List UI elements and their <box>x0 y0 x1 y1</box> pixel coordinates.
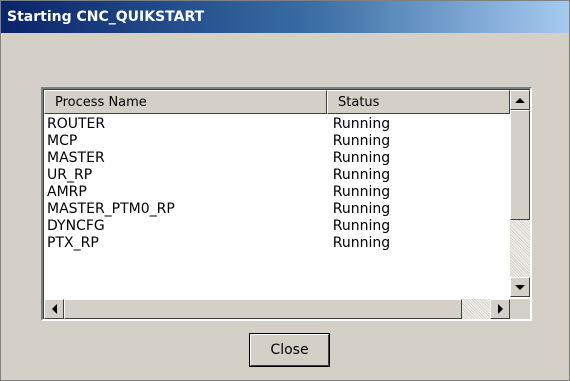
scroll-left-button[interactable] <box>44 299 64 319</box>
scrollbar-corner <box>510 299 530 319</box>
table-row[interactable]: MCP Running <box>44 133 510 150</box>
table-row[interactable]: AMRP Running <box>44 184 510 201</box>
process-list[interactable]: Process Name Status ROUTER Running MCP R… <box>41 87 532 321</box>
dialog-window: Starting CNC_QUIKSTART Process Name Stat… <box>0 0 570 381</box>
status-cell: Running <box>332 150 391 166</box>
list-rows: ROUTER Running MCP Running MASTER Runnin… <box>44 116 510 294</box>
arrow-up-icon <box>515 97 525 103</box>
table-row[interactable]: PTX_RP Running <box>44 235 510 252</box>
table-row[interactable]: ROUTER Running <box>44 116 510 133</box>
vertical-scrollbar[interactable] <box>510 90 530 297</box>
arrow-down-icon <box>515 284 525 290</box>
table-row[interactable]: UR_RP Running <box>44 167 510 184</box>
status-cell: Running <box>332 235 391 251</box>
close-button[interactable]: Close <box>249 333 330 367</box>
horizontal-scroll-thumb[interactable] <box>64 299 462 319</box>
process-name-cell: MASTER_PTM0_RP <box>47 201 175 217</box>
process-name-cell: MCP <box>47 133 78 149</box>
status-cell: Running <box>332 133 391 149</box>
title-bar[interactable]: Starting CNC_QUIKSTART <box>1 1 569 33</box>
process-name-cell: MASTER <box>47 150 105 166</box>
process-name-cell: UR_RP <box>47 167 93 183</box>
status-cell: Running <box>332 201 391 217</box>
process-name-cell: DYNCFG <box>47 218 105 234</box>
process-name-cell: ROUTER <box>47 116 106 132</box>
window-title: Starting CNC_QUIKSTART <box>7 9 205 25</box>
table-row[interactable]: MASTER_PTM0_RP Running <box>44 201 510 218</box>
status-cell: Running <box>332 218 391 234</box>
vertical-scroll-thumb[interactable] <box>510 110 530 220</box>
table-row[interactable]: DYNCFG Running <box>44 218 510 235</box>
table-row[interactable]: MASTER Running <box>44 150 510 167</box>
scroll-up-button[interactable] <box>510 90 530 110</box>
process-name-cell: PTX_RP <box>47 235 99 251</box>
column-header-process-name[interactable]: Process Name <box>44 90 327 114</box>
arrow-right-icon <box>497 304 503 314</box>
status-cell: Running <box>332 116 391 132</box>
status-cell: Running <box>332 184 391 200</box>
horizontal-scrollbar[interactable] <box>44 299 510 319</box>
arrow-left-icon <box>51 304 57 314</box>
process-name-cell: AMRP <box>47 184 87 200</box>
scroll-right-button[interactable] <box>490 299 510 319</box>
status-cell: Running <box>332 167 391 183</box>
scroll-down-button[interactable] <box>510 277 530 297</box>
list-header: Process Name Status <box>44 90 510 114</box>
column-header-status[interactable]: Status <box>327 90 510 114</box>
